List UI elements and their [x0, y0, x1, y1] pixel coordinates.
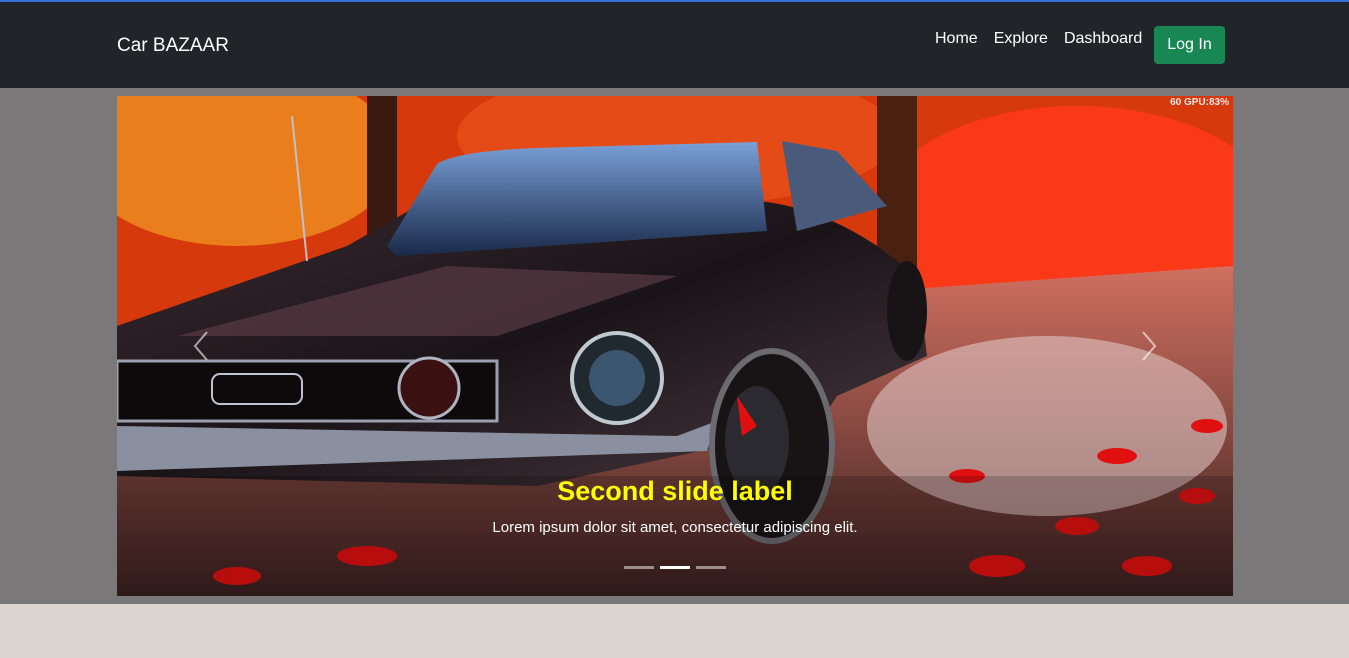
carousel-prev-button[interactable] [187, 326, 217, 366]
login-button[interactable]: Log In [1154, 26, 1225, 64]
carousel-indicators [624, 566, 732, 569]
carousel-indicator-1[interactable] [624, 566, 654, 569]
nav-link-home[interactable]: Home [935, 30, 978, 48]
brand-logo[interactable]: Car BAZAAR [117, 35, 229, 57]
carousel-indicator-3[interactable] [696, 566, 726, 569]
chevron-right-icon [1142, 331, 1157, 361]
chevron-left-icon [193, 331, 208, 361]
nav-links: Home Explore Dashboard [935, 30, 1158, 48]
slide-caption-text: Lorem ipsum dolor sit amet, consectetur … [492, 519, 858, 536]
navbar: Car BAZAAR Home Explore Dashboard Log In [0, 2, 1349, 88]
nav-link-dashboard[interactable]: Dashboard [1064, 30, 1142, 48]
slide-caption-title: Second slide label [557, 476, 793, 506]
carousel-indicator-2[interactable] [660, 566, 690, 569]
fps-overlay: 60 GPU:83% [1170, 97, 1229, 108]
carousel-next-button[interactable] [1133, 326, 1163, 366]
nav-link-explore[interactable]: Explore [994, 30, 1048, 48]
hero-carousel: 60 GPU:83% Second slide label Lorem ipsu… [117, 96, 1233, 596]
